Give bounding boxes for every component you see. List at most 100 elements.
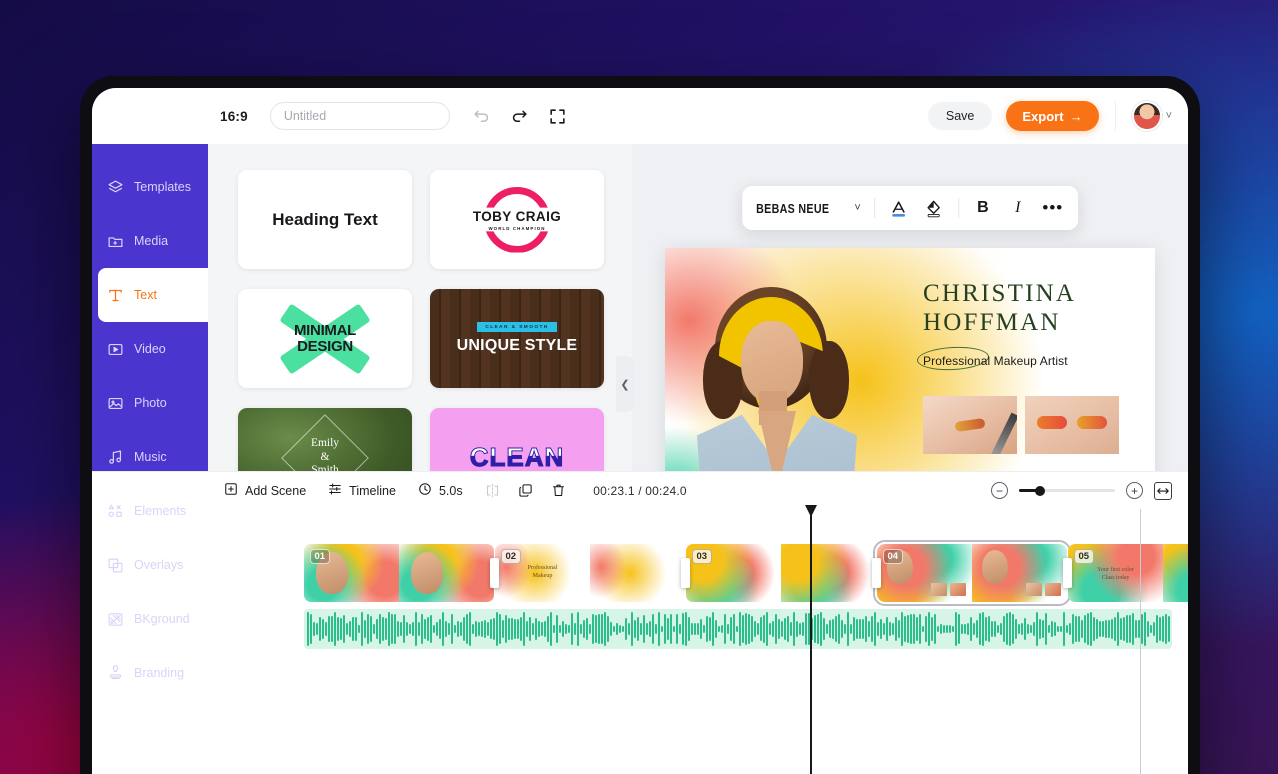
canvas-thumb-makeup-application[interactable]	[923, 396, 1017, 454]
template-card-emily-smith[interactable]: Emily & Smith	[238, 408, 412, 471]
sidebar-item-templates[interactable]: Templates	[92, 160, 208, 214]
playhead[interactable]	[810, 509, 812, 774]
template-card-minimal-design[interactable]: MINIMAL DESIGN	[238, 289, 412, 388]
sidebar-item-label: BKground	[134, 612, 190, 626]
bold-button[interactable]: B	[972, 197, 994, 219]
template-card-unique-style[interactable]: CLEAN & SMOOTH UNIQUE STYLE	[430, 289, 604, 388]
scene-duration-button[interactable]: 5.0s	[418, 482, 463, 499]
zoom-in-icon[interactable]: +	[1126, 482, 1143, 499]
sidebar-item-label: Overlays	[134, 558, 184, 572]
sidebar-item-bkground[interactable]: BKground	[92, 592, 208, 646]
sidebar-item-label: Media	[134, 234, 169, 248]
fullscreen-icon[interactable]	[548, 106, 568, 126]
undo-icon[interactable]	[472, 106, 492, 126]
chevron-down-icon[interactable]: ˅	[1166, 110, 1172, 122]
trash-icon[interactable]	[551, 483, 566, 498]
sidebar-item-overlays[interactable]: Overlays	[92, 538, 208, 592]
sidebar-item-text[interactable]: Text	[98, 268, 208, 322]
redo-icon[interactable]	[510, 106, 530, 126]
timeline-scene-03[interactable]: 03	[686, 544, 876, 602]
video-play-icon	[106, 340, 124, 358]
scene-number-badge: 02	[501, 549, 521, 564]
project-title-input[interactable]: Untitled	[269, 102, 450, 130]
audio-waveform-track[interactable]	[304, 609, 1172, 649]
layers-icon	[106, 178, 124, 196]
sidebar-nav: Templates Media Text Video Photo Music E…	[92, 160, 208, 700]
toolbar-divider	[873, 198, 875, 218]
background-icon	[106, 610, 124, 628]
scene-thumb-end	[972, 544, 1067, 602]
export-arrow-icon: →	[1069, 108, 1083, 124]
template-card-clean[interactable]: CLEAN	[430, 408, 604, 471]
text-templates-panel: Heading Text TOBY CRAIG WORLD CHAMPION M…	[208, 144, 632, 471]
timeline-scene-02[interactable]: 02 Professional Makeup	[495, 544, 685, 602]
sidebar-item-photo[interactable]: Photo	[92, 376, 208, 430]
scene-thumb: 01	[304, 544, 399, 602]
scene-trim-handle[interactable]	[1063, 558, 1072, 588]
sidebar-item-elements[interactable]: Elements	[92, 484, 208, 538]
canvas-title-text[interactable]: CHRISTINA HOFFMAN	[923, 280, 1076, 337]
scene-trim-handle[interactable]	[681, 558, 690, 588]
timeline-scene-01[interactable]: 01	[304, 544, 494, 602]
music-note-icon	[106, 448, 124, 466]
italic-button[interactable]: I	[1007, 197, 1029, 219]
sidebar-item-branding[interactable]: Branding	[92, 646, 208, 700]
avatar[interactable]	[1131, 101, 1162, 131]
media-folder-icon	[106, 232, 124, 250]
toolbar-divider	[957, 198, 959, 218]
split-icon[interactable]	[485, 483, 500, 498]
scene-trim-handle[interactable]	[872, 558, 881, 588]
timeline-toolbar: Add Scene Timeline 5.0s 00:23.1 / 00:24.…	[92, 471, 1188, 509]
template-label: TOBY CRAIG	[472, 208, 562, 224]
panel-collapse-button[interactable]: ❮	[616, 356, 634, 412]
timeline-scene-05[interactable]: 05 Your first colorClass today Your firs…	[1068, 544, 1188, 602]
fill-bucket-icon[interactable]	[923, 197, 945, 219]
zoom-out-icon[interactable]: −	[991, 482, 1008, 499]
scene-thumb-end	[590, 544, 685, 602]
scene-thumb: 04	[877, 544, 972, 602]
zoom-controls: − +	[991, 481, 1172, 500]
add-scene-button[interactable]: Add Scene	[224, 482, 306, 499]
timecode-display: 00:23.1 / 00:24.0	[593, 483, 687, 498]
sidebar-item-label: Photo	[134, 396, 167, 410]
sidebar-item-label: Branding	[134, 666, 185, 680]
sidebar-item-video[interactable]: Video	[92, 322, 208, 376]
scene-thumb-end	[781, 544, 876, 602]
project-title-placeholder: Untitled	[283, 109, 327, 123]
timeline-scene-04[interactable]: 04	[873, 540, 1071, 606]
account-menu[interactable]: ˅	[1114, 101, 1172, 131]
main-area: F lexClip Templates Media Text	[92, 88, 1188, 680]
scene-trim-handle[interactable]	[490, 558, 499, 588]
scene-number-badge: 05	[1074, 549, 1094, 564]
sidebar-item-label: Music	[134, 450, 167, 464]
more-options-icon[interactable]: •••	[1042, 197, 1064, 219]
font-name-label: BEBAS NEUE	[756, 200, 830, 216]
template-label: UNIQUE STYLE	[456, 337, 578, 354]
fit-width-icon[interactable]	[1154, 481, 1172, 500]
template-card-toby-craig[interactable]: TOBY CRAIG WORLD CHAMPION	[430, 170, 604, 269]
template-card-heading-text[interactable]: Heading Text	[238, 170, 412, 269]
scene-thumb: 05 Your first color Class today	[1068, 544, 1163, 602]
sidebar-item-media[interactable]: Media	[92, 214, 208, 268]
timeline-icon	[328, 482, 342, 499]
save-button[interactable]: Save	[927, 102, 993, 130]
export-button[interactable]: Export →	[1006, 101, 1099, 131]
font-family-selector[interactable]: BEBAS NEUE ˅	[756, 201, 861, 216]
sidebar-item-music[interactable]: Music	[92, 430, 208, 484]
scene-strip: 01 02 Professional Makeup 03 04 05 Your …	[304, 540, 1188, 606]
chevron-left-icon: ❮	[620, 378, 630, 391]
text-format-toolbar: BEBAS NEUE ˅ B I •••	[742, 186, 1078, 230]
canvas-thumb-eye-makeup[interactable]	[1025, 396, 1119, 454]
device-frame: 16:9 Untitled Save Export → ˅ Templates …	[80, 76, 1200, 774]
zoom-slider[interactable]	[1019, 485, 1115, 496]
duration-label: 5.0s	[438, 483, 463, 498]
aspect-ratio-selector[interactable]: 16:9	[220, 109, 248, 124]
photo-image-icon	[106, 394, 124, 412]
text-color-a-icon[interactable]	[888, 197, 910, 219]
duplicate-icon[interactable]	[518, 483, 533, 498]
canvas-subtitle-text[interactable]: Professional Makeup Artist	[923, 354, 1068, 368]
timeline-button[interactable]: Timeline	[328, 482, 396, 499]
plus-square-icon	[224, 482, 238, 499]
scene-thumb: 02 Professional Makeup	[495, 544, 590, 602]
left-sidebar: F lexClip Templates Media Text	[92, 88, 208, 680]
